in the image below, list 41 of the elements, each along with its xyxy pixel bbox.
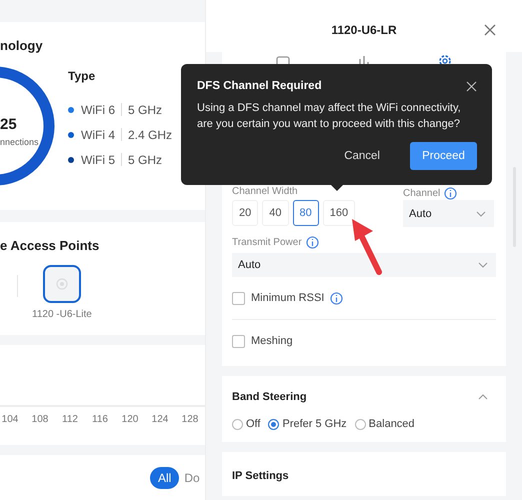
channel-width-option[interactable]: 20 bbox=[232, 200, 258, 226]
dialog-message: Using a DFS channel may affect the WiFi connectivity, are you certain you want to proceed with this change? bbox=[197, 101, 462, 132]
checkbox-label: Minimum RSSI bbox=[251, 292, 324, 304]
axis-label: 112 bbox=[61, 414, 79, 425]
legend-title: Type bbox=[68, 69, 96, 83]
axis-label: 116 bbox=[91, 414, 109, 425]
legend-band-label: 2.4 GHz bbox=[128, 128, 172, 142]
radio-option[interactable]: Off bbox=[232, 418, 260, 430]
channel-select[interactable]: Auto bbox=[403, 200, 494, 227]
axis-label: 120 bbox=[120, 414, 140, 425]
checkbox-label: Meshing bbox=[251, 335, 293, 347]
axis-label: 124 bbox=[150, 414, 170, 425]
field-label: Transmit Power bbox=[232, 236, 302, 248]
filter-tab[interactable]: All bbox=[150, 466, 180, 488]
axis-label: 104 bbox=[0, 414, 20, 425]
connection-count: 25 bbox=[0, 116, 17, 133]
channel-width-option[interactable]: 80 bbox=[292, 200, 319, 226]
legend-band-label: 5 GHz bbox=[128, 102, 162, 116]
field-label: Channel Width bbox=[232, 186, 298, 199]
card-title: nology bbox=[0, 37, 44, 53]
radio-option[interactable]: Balanced bbox=[354, 418, 415, 430]
access-point-label: 1120 -U6-Lite bbox=[32, 309, 92, 320]
connection-label: nnections bbox=[0, 137, 39, 147]
axis-label: 128 bbox=[180, 414, 200, 425]
cancel-button[interactable]: Cancel bbox=[338, 142, 386, 170]
legend-label: WiFi 4 bbox=[81, 128, 115, 142]
dialog-title: DFS Channel Required bbox=[197, 80, 322, 92]
legend-label: WiFi 6 bbox=[81, 102, 115, 116]
transmit-power-select[interactable]: Auto bbox=[232, 253, 496, 277]
card-title: e Access Points bbox=[0, 237, 100, 253]
filter-tab[interactable]: Do bbox=[182, 466, 202, 488]
channel-width-option[interactable]: 160 bbox=[322, 200, 356, 226]
legend-label: WiFi 5 bbox=[81, 152, 115, 166]
radio-option[interactable]: Prefer 5 GHz bbox=[268, 418, 347, 430]
channel-width-option[interactable]: 40 bbox=[262, 200, 288, 226]
field-label: Channel bbox=[403, 188, 440, 198]
section-title: Band Steering bbox=[232, 391, 307, 403]
legend-band-label: 5 GHz bbox=[128, 152, 162, 166]
axis-label: 108 bbox=[30, 414, 50, 425]
panel-title: 1120-U6-LR bbox=[331, 23, 397, 37]
section-title: IP Settings bbox=[232, 470, 289, 482]
